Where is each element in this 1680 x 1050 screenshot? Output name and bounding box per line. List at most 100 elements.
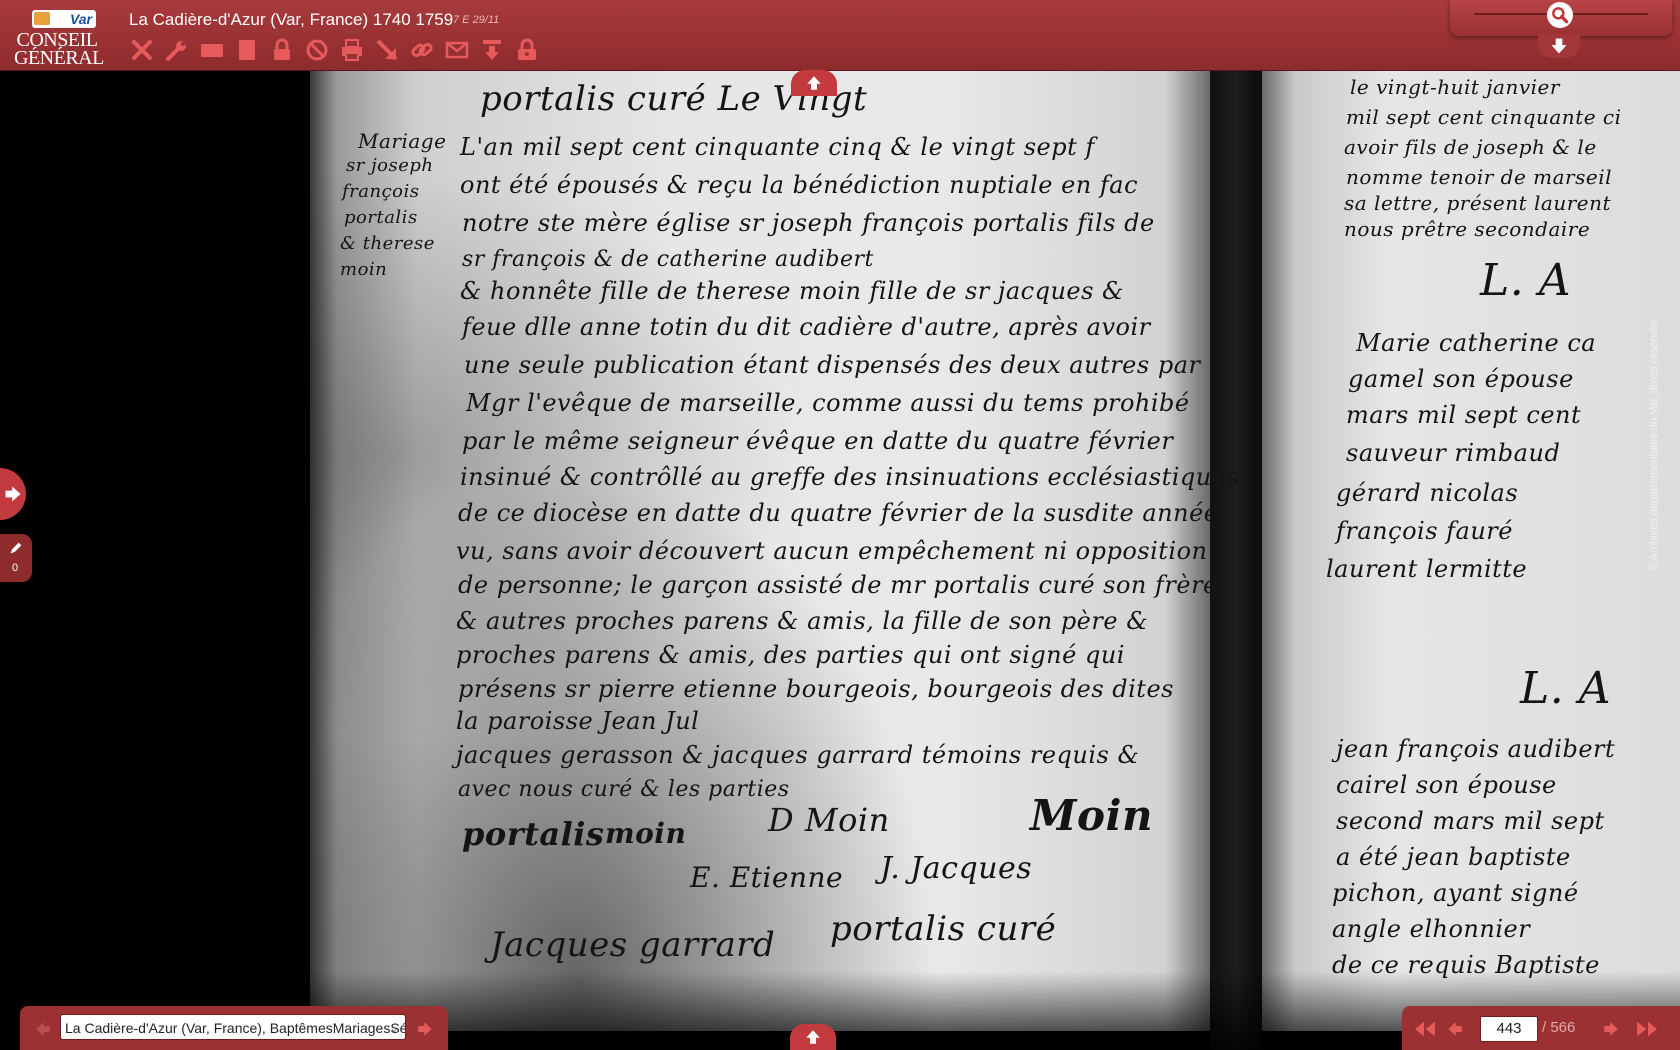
signature: D Moin [768, 801, 890, 839]
lock-icon[interactable] [268, 36, 295, 63]
arrow-right-icon [5, 486, 21, 502]
conseil-general-var-logo: Var CONSEIL GÉNÉRAL [14, 10, 104, 69]
page-navigation-bar: 443 / 566 [1402, 1006, 1680, 1050]
handwritten-line: vu, sans avoir découvert aucun empêcheme… [456, 537, 1208, 565]
annotation-count: 0 [11, 562, 19, 574]
download-icon[interactable] [478, 36, 505, 63]
arrow-right-icon [418, 1022, 432, 1036]
mail-icon[interactable] [443, 36, 470, 63]
margin-note-line: & therese [340, 233, 435, 254]
handwritten-line: L'an mil sept cent cinquante cinq & le v… [460, 133, 1095, 161]
search-button[interactable] [1547, 2, 1573, 28]
right-handwritten-line: mil sept cent cinquante ci [1346, 105, 1622, 129]
magnifier-icon [1552, 7, 1569, 24]
margin-note-line: moin [340, 259, 388, 280]
right-handwritten-line: jean françois audibert [1336, 735, 1616, 763]
document-title: La Cadière-d'Azur (Var, France) 1740 175… [129, 10, 454, 29]
handwritten-line: de ce diocèse en datte du quatre février… [458, 499, 1219, 527]
right-handwritten-line: françois fauré [1336, 517, 1513, 545]
first-page-button[interactable] [1410, 1020, 1438, 1043]
search-panel [1450, 0, 1672, 36]
scroll-up-button[interactable] [791, 70, 837, 96]
next-register-button[interactable] [414, 1020, 436, 1043]
single-page-view-icon[interactable] [198, 36, 225, 63]
double-arrow-left-icon [1415, 1021, 1435, 1037]
archive-reference: 7 E 29/11 [453, 14, 500, 26]
resize-icon[interactable] [373, 36, 400, 63]
signature: Jacques garrard [490, 925, 776, 965]
copyright-watermark: © Archives départementales du Var, droit… [1648, 320, 1660, 571]
right-handwritten-line: L. A [1520, 663, 1611, 714]
right-handwritten-line: L. A [1480, 255, 1571, 306]
right-handwritten-line: a été jean baptiste [1336, 843, 1571, 871]
handwritten-line: Mgr l'evêque de marseille, comme aussi d… [466, 389, 1190, 417]
register-navigation-bar: La Cadière-d'Azur (Var, France), Baptême… [20, 1006, 448, 1050]
right-handwritten-line: mars mil sept cent [1346, 401, 1582, 429]
expand-panel-button[interactable] [1538, 34, 1580, 58]
handwritten-line: proches parens & amis, des parties qui o… [456, 641, 1125, 669]
book-gutter [1210, 71, 1262, 1050]
signature: moin [605, 817, 687, 850]
arrow-up-icon [806, 1030, 820, 1044]
handwritten-line: une seule publication étant dispensés de… [464, 351, 1201, 379]
right-handwritten-line: nomme tenoir de marseil [1346, 165, 1612, 189]
page-total: / 566 [1542, 1019, 1576, 1036]
right-handwritten-line: angle elhonnier [1332, 915, 1531, 943]
arrow-left-icon [36, 1022, 50, 1036]
double-page-view-icon[interactable] [233, 36, 260, 63]
handwritten-line: jacques gerasson & jacques garrard témoi… [456, 741, 1140, 769]
page-number-input[interactable]: 443 [1480, 1016, 1538, 1042]
margin-note-line: sr joseph [346, 155, 434, 176]
toolbar [128, 36, 540, 64]
arrow-down-icon [1551, 38, 1567, 54]
logo-line-2: GÉNÉRAL [14, 47, 104, 69]
double-arrow-right-icon [1637, 1021, 1657, 1037]
right-handwritten-line: second mars mil sept [1336, 807, 1605, 835]
handwritten-line: & honnête fille de therese moin fille de… [460, 277, 1124, 305]
signature: J. Jacques [880, 851, 1033, 886]
next-page-button[interactable] [1600, 1020, 1622, 1043]
right-handwritten-line: sauveur rimbaud [1346, 439, 1561, 467]
signature: E. Etienne [690, 861, 844, 894]
last-page-button[interactable] [1634, 1020, 1662, 1043]
register-select[interactable]: La Cadière-d'Azur (Var, France), Baptême… [60, 1014, 406, 1040]
arrow-up-icon [807, 76, 821, 90]
right-handwritten-line: sa lettre, présent laurent [1344, 191, 1612, 215]
arrow-left-icon [1448, 1022, 1462, 1036]
handwritten-line: par le même seigneur évêque en datte du … [462, 427, 1174, 455]
document-viewer[interactable]: portalis curé Le Vingt L'an mil sept cen… [0, 71, 1680, 1050]
handwritten-line: & autres proches parens & amis, la fille… [456, 607, 1149, 635]
register-select-value: La Cadière-d'Azur (Var, France), Baptême… [65, 1020, 405, 1036]
margin-note-line: portalis [344, 207, 418, 228]
handwritten-line: avec nous curé & les parties [458, 777, 790, 802]
handwritten-line: de personne; le garçon assisté de mr por… [458, 571, 1218, 599]
close-icon[interactable] [128, 36, 155, 63]
unlock-icon[interactable] [513, 36, 540, 63]
signature: portalis curé [830, 909, 1057, 949]
previous-register-button[interactable] [32, 1020, 54, 1043]
top-toolbar-bar: Var CONSEIL GÉNÉRAL La Cadière-d'Azur (V… [0, 0, 1680, 71]
link-icon[interactable] [408, 36, 435, 63]
right-handwritten-line: gérard nicolas [1336, 479, 1519, 507]
previous-page-button[interactable] [1444, 1020, 1466, 1043]
right-handwritten-line: cairel son épouse [1336, 771, 1557, 799]
margin-note-line: françois [342, 181, 420, 202]
right-handwritten-line: le vingt-huit janvier [1350, 75, 1560, 99]
wrench-icon[interactable] [163, 36, 190, 63]
right-handwritten-line: avoir fils de joseph & le [1344, 135, 1597, 159]
forbidden-icon[interactable] [303, 36, 330, 63]
right-handwritten-line: nous prêtre secondaire [1344, 217, 1591, 241]
handwritten-line: insinué & contrôllé au greffe des insinu… [460, 463, 1240, 491]
print-icon[interactable] [338, 36, 365, 63]
right-handwritten-line: laurent lermitte [1326, 555, 1528, 583]
arrow-right-icon [1604, 1022, 1618, 1036]
pencil-icon [10, 542, 22, 554]
signature: portalis [462, 815, 605, 853]
right-handwritten-line: pichon, ayant signé [1332, 879, 1579, 907]
handwritten-line: ont été épousés & reçu la bénédiction nu… [460, 171, 1139, 199]
show-bottom-panel-button[interactable] [790, 1024, 836, 1050]
right-handwritten-line: Marie catherine ca [1356, 329, 1597, 357]
annotations-button[interactable]: 0 [0, 534, 32, 582]
handwritten-line: présens sr pierre etienne bourgeois, bou… [458, 675, 1174, 703]
handwritten-line: notre ste mère église sr joseph françois… [462, 209, 1155, 237]
